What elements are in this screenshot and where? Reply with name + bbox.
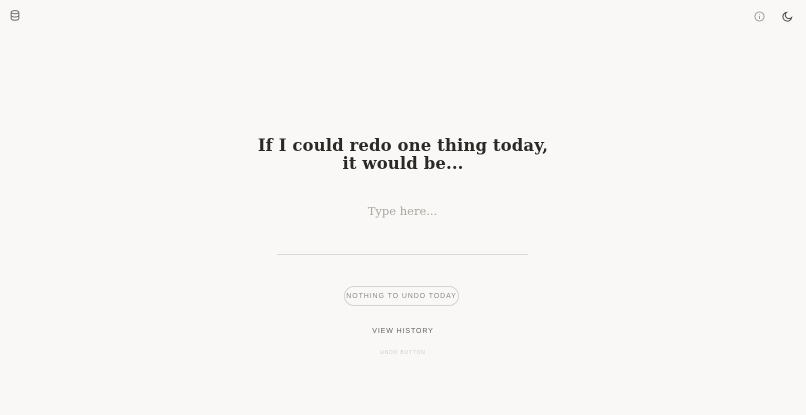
info-icon[interactable] [750,7,768,25]
prompt-heading: If I could redo one thing today, it woul… [203,137,603,173]
view-history-link[interactable]: VIEW HISTORY [353,328,453,335]
moon-icon[interactable] [778,7,796,25]
prompt-line-1: If I could redo one thing today, [257,136,549,155]
database-icon[interactable] [6,6,24,24]
page: If I could redo one thing today, it woul… [0,0,806,415]
prompt-line-2: it would be... [342,154,464,173]
undo-button-caption: UNDO BUTTON [380,350,426,356]
undo-button[interactable]: NOTHING TO UNDO TODAY [344,286,459,306]
answer-input[interactable] [277,198,528,255]
